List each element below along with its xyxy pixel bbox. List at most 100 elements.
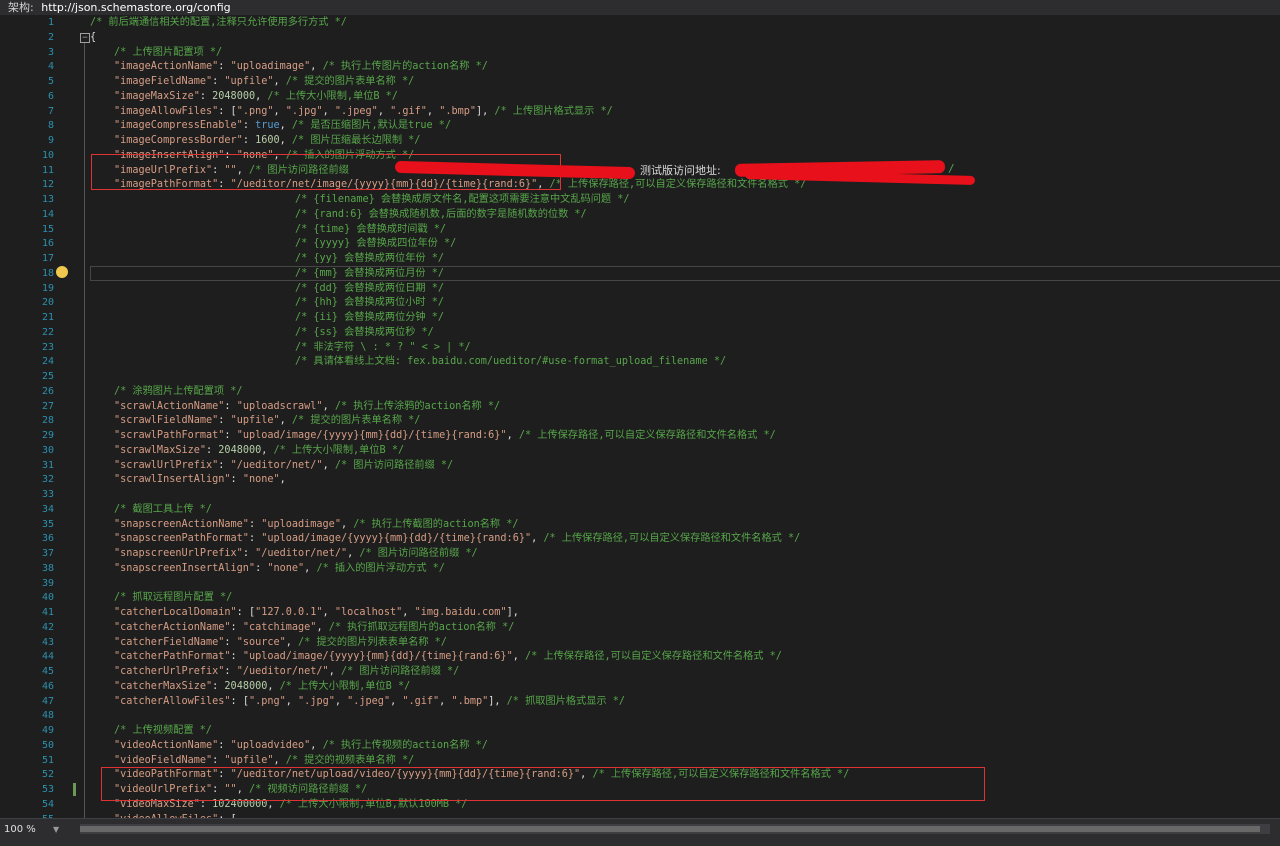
code-line[interactable]: 25	[0, 370, 1280, 385]
code-line[interactable]: 48	[0, 709, 1280, 724]
code-line[interactable]: 37 "snapscreenUrlPrefix": "/ueditor/net/"…	[0, 547, 1280, 562]
line-number: 26	[41, 385, 54, 397]
code-token: ,	[506, 430, 519, 441]
code-token: /* 插入的图片浮动方式 */	[316, 562, 445, 574]
comment-end: /	[948, 162, 955, 175]
code-line[interactable]: 9 "imageCompressBorder": 1600, /* 图片压缩最长边…	[0, 134, 1280, 149]
code-line[interactable]: 4 "imageActionName": "uploadimage", /* 执行…	[0, 60, 1280, 75]
line-number: 18	[41, 267, 54, 279]
code-line[interactable]: 16 /* {yyyy} 会替换成四位年份 */	[0, 237, 1280, 252]
line-number: 27	[41, 400, 54, 412]
code-line[interactable]: 36 "snapscreenPathFormat": "upload/image/…	[0, 532, 1280, 547]
code-line[interactable]: 21 /* {ii} 会替换成两位分钟 */	[0, 311, 1280, 326]
code-token: ,	[322, 607, 335, 618]
scrollbar-thumb[interactable]	[80, 826, 1260, 832]
code-token: "videoActionName"	[114, 739, 219, 751]
line-number: 16	[41, 238, 54, 250]
code-line[interactable]: 22 /* {ss} 会替换成两位秒 */	[0, 326, 1280, 341]
current-line-highlight	[90, 266, 1280, 281]
code-token: ,	[279, 135, 292, 146]
code-text: "catcherMaxSize": 2048000, /* 上传大小限制,单位B…	[114, 680, 410, 695]
code-line[interactable]: 40 /* 抓取远程图片配置 */	[0, 591, 1280, 606]
code-text: /* 非法字符 \ : * ? " < > | */	[295, 341, 471, 356]
schema-url[interactable]: http://json.schemastore.org/config	[41, 1, 230, 14]
code-token: :	[199, 90, 213, 102]
code-text: "imageFieldName": "upfile", /* 提交的图片表单名称…	[114, 75, 414, 90]
code-token: "uploadimage"	[230, 61, 311, 73]
code-token: 2048000	[224, 680, 268, 692]
code-line[interactable]: 20 /* {hh} 会替换成两位小时 */	[0, 296, 1280, 311]
code-line[interactable]: 6 "imageMaxSize": 2048000, /* 上传大小限制,单位B …	[0, 90, 1280, 105]
code-line[interactable]: 8 "imageCompressEnable": true, /* 是否压缩图片,…	[0, 119, 1280, 134]
code-line[interactable]: 50 "videoActionName": "uploadvideo", /* 执…	[0, 739, 1280, 754]
line-number: 28	[41, 415, 54, 427]
code-token: ,	[377, 105, 391, 117]
code-line[interactable]: 34 /* 截图工具上传 */	[0, 503, 1280, 518]
code-token: ".gif"	[402, 695, 440, 707]
code-token: ],	[506, 607, 519, 618]
lightbulb-icon[interactable]	[56, 266, 68, 278]
code-line[interactable]: 33	[0, 488, 1280, 503]
code-line[interactable]: 7 "imageAllowFiles": [".png", ".jpg", ".j…	[0, 105, 1280, 120]
code-token: /* 上传图片配置项 */	[114, 46, 223, 58]
code-text: "scrawlInsertAlign": "none",	[114, 473, 286, 488]
line-number: 3	[47, 46, 54, 58]
code-line[interactable]: 30 "scrawlMaxSize": 2048000, /* 上传大小限制,单位…	[0, 444, 1280, 459]
zoom-dropdown[interactable]: 100 % ▼	[4, 823, 59, 837]
code-token: ,	[285, 695, 299, 707]
code-token: :	[224, 400, 237, 412]
code-token: "scrawlUrlPrefix"	[114, 459, 219, 471]
code-line[interactable]: 26 /* 涂鸦图片上传配置项 */	[0, 385, 1280, 400]
code-token: /* 图片压缩最长边限制 */	[291, 135, 421, 146]
line-number: 52	[41, 769, 54, 781]
line-number: 5	[47, 76, 54, 87]
code-token: "scrawlInsertAlign"	[114, 474, 231, 486]
code-line[interactable]: 32 "scrawlInsertAlign": "none",	[0, 473, 1280, 488]
code-line[interactable]: 1 /* 前后端通信相关的配置,注释只允许使用多行方式 */	[0, 16, 1280, 31]
code-token: ],	[488, 695, 507, 707]
code-line[interactable]: 2{	[0, 31, 1280, 46]
code-token: /* 提交的图片表单名称 */	[291, 415, 421, 427]
code-line[interactable]: 41 "catcherLocalDomain": ["127.0.0.1", "l…	[0, 606, 1280, 621]
code-line[interactable]: 46 "catcherMaxSize": 2048000, /* 上传大小限制,单…	[0, 680, 1280, 695]
code-line[interactable]: 17 /* {yy} 会替换成两位年份 */	[0, 252, 1280, 267]
horizontal-scrollbar[interactable]	[80, 824, 1270, 834]
code-token: :	[212, 680, 225, 692]
code-token: ,	[328, 666, 341, 677]
code-line[interactable]: 29 "scrawlPathFormat": "upload/image/{yyy…	[0, 429, 1280, 444]
code-line[interactable]: 13 /* {filename} 会替换成原文件名,配置这项需要注意中文乱码问题 …	[0, 193, 1280, 208]
chevron-down-icon[interactable]: ▼	[53, 825, 59, 834]
code-line[interactable]: 24 /* 具请体看线上文档: fex.baidu.com/ueditor/#us…	[0, 355, 1280, 370]
code-token: :	[224, 636, 237, 648]
code-token: ,	[279, 415, 292, 427]
code-line[interactable]: 43 "catcherFieldName": "source", /* 提交的图片…	[0, 636, 1280, 651]
code-line[interactable]: 3 /* 上传图片配置项 */	[0, 46, 1280, 61]
code-line[interactable]: 44 "catcherPathFormat": "upload/image/{yy…	[0, 650, 1280, 665]
code-line[interactable]: 5 "imageFieldName": "upfile", /* 提交的图片表单名…	[0, 75, 1280, 90]
code-line[interactable]: 38 "snapscreenInsertAlign": "none", /* 插入…	[0, 562, 1280, 577]
code-text: "snapscreenInsertAlign": "none", /* 插入的图…	[114, 562, 445, 577]
code-token: ".jpeg"	[347, 695, 391, 707]
line-number: 41	[41, 607, 54, 618]
code-token: "uploadimage"	[261, 518, 341, 530]
code-line[interactable]: 35 "snapscreenActionName": "uploadimage",…	[0, 518, 1280, 533]
code-line[interactable]: 45 "catcherUrlPrefix": "/ueditor/net/", /…	[0, 665, 1280, 680]
code-line[interactable]: 23 /* 非法字符 \ : * ? " < > | */	[0, 341, 1280, 356]
code-token: "snapscreenInsertAlign"	[114, 562, 256, 574]
code-token: "upload/image/{yyyy}{mm}{dd}/{time}{rand…	[236, 430, 507, 441]
code-line[interactable]: 15 /* {time} 会替换成时间戳 */	[0, 223, 1280, 238]
code-line[interactable]: 19 /* {dd} 会替换成两位日期 */	[0, 282, 1280, 297]
code-line[interactable]: 47 "catcherAllowFiles": [".png", ".jpg", …	[0, 695, 1280, 710]
code-token: "scrawlPathFormat"	[114, 430, 225, 441]
code-line[interactable]: 27 "scrawlActionName": "uploadscrawl", /*…	[0, 400, 1280, 415]
code-line[interactable]: 42 "catcherActionName": "catchimage", /* …	[0, 621, 1280, 636]
code-line[interactable]: 31 "scrawlUrlPrefix": "/ueditor/net/", /*…	[0, 459, 1280, 474]
code-token: "none"	[267, 562, 305, 574]
line-number: 20	[41, 297, 54, 309]
code-editor[interactable]: − 1/* 前后端通信相关的配置,注释只允许使用多行方式 */2{3/* 上传图…	[0, 15, 1280, 818]
code-line[interactable]: 49 /* 上传视频配置 */	[0, 724, 1280, 739]
code-line[interactable]: 14 /* {rand:6} 会替换成随机数,后面的数字是随机数的位数 */	[0, 208, 1280, 223]
code-line[interactable]: 39	[0, 577, 1280, 592]
test-address-label: 测试版访问地址:	[640, 164, 721, 177]
code-line[interactable]: 28 "scrawlFieldName": "upfile", /* 提交的图片表…	[0, 414, 1280, 429]
